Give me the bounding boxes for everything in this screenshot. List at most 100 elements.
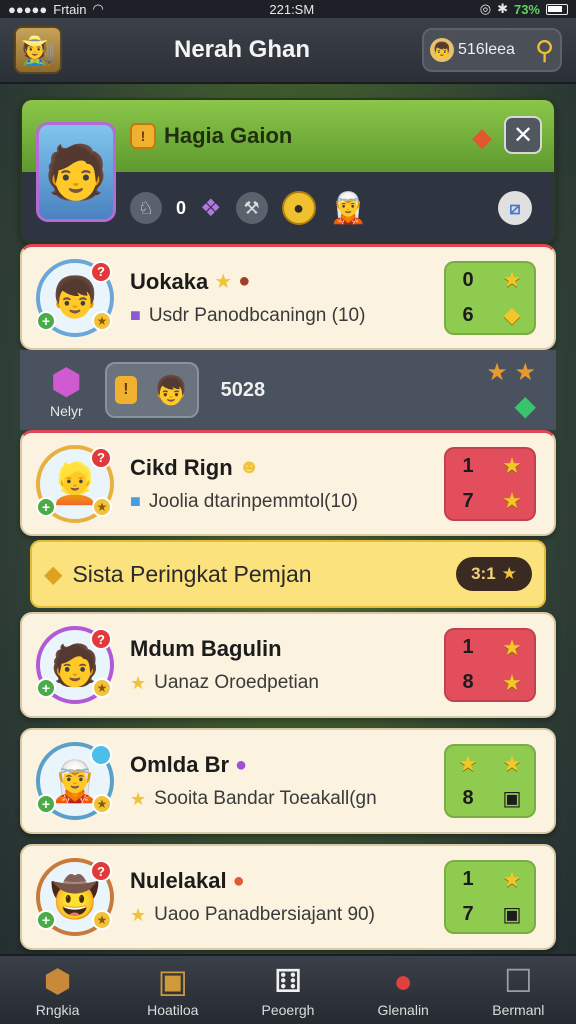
dice-icon: ▣ [502,788,522,810]
score-value: 0 [462,268,474,291]
player-subtitle: Uaoo Panadbersiajant 90) [154,904,375,925]
score-value: 1 [462,454,474,477]
player-subtitle: Sooita Bandar Toeakall(gn [154,788,377,809]
score-value: 6 [462,303,474,326]
player-card[interactable]: 🧝 + ★ Omlda Br ● ★ Sooita Bandar Toeakall(… [20,728,556,834]
star-badge-icon: ★ [92,496,112,517]
player-name: Cikd Rign [130,454,233,480]
adventurer-avatar-icon[interactable]: 🧑‍🌾 [14,26,62,74]
banner-title: Sista Peringkat Pemjan [72,560,312,587]
player-card[interactable]: 👱 ? + ★ Cikd Rign ☻ ■ Joolia dtarinpemmtol… [20,430,556,536]
notification-badge: ? [90,860,112,882]
profile-avatar[interactable]: 🧑 [36,122,116,222]
diamond-icon: ◆ [44,560,63,588]
coin-icon[interactable]: ● [281,191,316,225]
inventory-label: Nelyr [50,403,83,419]
star-icon: ★ [502,634,522,660]
star-badge-icon: ★ [92,678,112,698]
add-icon[interactable]: + [36,496,56,517]
add-icon[interactable]: + [36,310,56,331]
add-icon[interactable]: + [36,678,56,698]
score-value: 8 [462,671,474,693]
star-badge-icon: ★ [92,310,112,331]
robot-icon: ☐ [504,963,533,999]
add-icon[interactable]: + [36,794,56,814]
star-icon: ★ [502,669,522,695]
page-title: Nerah Ghan [173,36,311,63]
profile-name: Hagia Gaion [164,123,293,148]
carrier-label: Frtain [53,1,87,17]
nav-label: Rngkia [35,1002,80,1018]
smile-icon: ☻ [238,456,260,478]
gem-icon: ◆ [503,302,521,327]
score-value: 1 [462,636,474,658]
player-card[interactable]: 👦 ? + ★ Uokaka ★ ● ■ Usdr Panodbcaningn (10… [20,244,556,350]
player-name: Uokaka [130,268,209,294]
score-box: ★ ★ 8 ▣ [444,744,536,818]
nav-label: Peoergh [261,1002,315,1018]
star-icon: ★ [130,904,147,925]
nav-item-glenalin[interactable]: ● Glenalin [353,962,453,1018]
nav-item-bermanl[interactable]: ☐ Bermanl [468,962,568,1018]
star-badge-icon: ★ [92,794,112,814]
nav-label: Bermanl [492,1002,545,1018]
bluetooth-icon: ✱ [497,1,508,16]
star-badge-icon: ★ [92,910,112,930]
dice-icon: ▣ [502,904,522,926]
online-indicator [90,744,112,766]
player-card[interactable]: 🧑 ? + ★ Mdum Bagulin ★ Uanaz Oroedpetian … [20,612,556,718]
chest-icon: ▣ [157,963,188,999]
search-box[interactable]: 👦 516leea ⚲ [422,28,562,72]
star-icon: ★ [502,488,522,513]
banner-badge: 3:1 ★ [456,557,532,591]
player-name: Nulelakal [130,868,227,893]
player-card[interactable]: 🤠 ? + ★ Nulelakal ● ★ Uaoo Panadbersiajant… [20,844,556,950]
battery-icon [546,3,568,15]
emerald-gem-icon[interactable]: ◆ [514,389,536,422]
avatar: 🤠 ? + ★ [36,858,114,936]
reward-stars: ★ ★ ◆ [486,358,536,422]
notification-badge: ? [90,260,112,283]
bottom-nav: ⬢ Rngkia ▣ Hoatiloa ⚅ Peoergh ● Glenalin… [0,954,576,1024]
inventory-item[interactable]: ⬢ Nelyr [50,361,83,419]
nav-item-peoergh[interactable]: ⚅ Peoergh [238,962,338,1018]
score-box: 1 ★ 7 ★ [444,446,536,521]
star-icon: ★ [458,750,478,776]
search-icon[interactable]: ⚲ [535,35,554,66]
nav-label: Hoatiloa [147,1002,199,1018]
notification-badge: ? [90,628,112,650]
cube-icon: ■ [130,491,141,511]
nav-item-rngkia[interactable]: ⬢ Rngkia [8,962,108,1018]
player-mini-card[interactable]: ! 👦 [104,362,199,418]
close-button[interactable]: ✕ [504,116,542,154]
rainbow-cube-icon: ⬢ [50,361,83,402]
friend-avatar-icon[interactable]: 🧝 [330,191,367,226]
tools-icon[interactable]: ⚒ [235,192,268,224]
user-avatar-icon: 👦 [430,38,454,62]
score-box: 1 ★ 7 ▣ [444,860,536,934]
profile-badge: ! [130,123,156,149]
add-icon[interactable]: + [36,910,56,930]
star-icon: ★ [502,453,522,478]
ruby-gem-icon: ◆ [472,122,492,152]
fire-orb-icon: ● [232,869,245,892]
strip-value: 5028 [220,378,266,401]
potion-icon[interactable]: ⧄ [498,191,532,225]
profile-panel: ! Hagia Gaion ◆ ✕ ♘ 0 ❖ ⚒ ● 🧝 ⧄ 🧑 [20,98,556,244]
player-name: Omlda Br [130,752,230,777]
score-box: 1 ★ 8 ★ [444,628,536,702]
score-value: 1 [462,868,474,890]
status-bar: ●●●●● Frtain ◠ 221:SM ◎ ✱ 73% [0,0,576,18]
player-subtitle: Uanaz Oroedpetian [154,672,319,693]
score-value: 8 [462,787,474,809]
helmet-icon: ♘ [130,192,162,224]
nav-item-hoatiloa[interactable]: ▣ Hoatiloa [123,962,223,1018]
star-icon: ★ [130,788,147,809]
signal-icon: ●●●●● [8,1,48,17]
star-icon: ★ [130,672,147,693]
ranking-banner[interactable]: ◆ Sista Peringkat Pemjan 3:1 ★ [30,540,546,608]
avatar: 🧑 ? + ★ [36,626,114,704]
search-text: 516leea [458,41,515,58]
star-icon: ★ [502,750,522,776]
star-icon: ★ ★ [486,359,536,386]
